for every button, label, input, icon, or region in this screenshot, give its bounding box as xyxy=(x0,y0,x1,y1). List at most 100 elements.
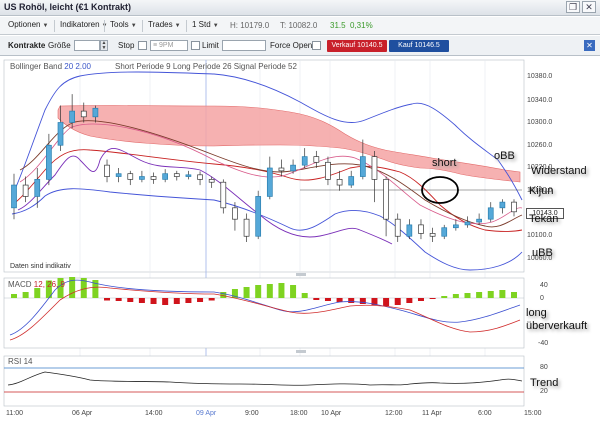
chart-canvas[interactable] xyxy=(0,57,600,409)
chevron-down-icon: ▼ xyxy=(42,23,49,29)
divider xyxy=(142,20,143,32)
size-stepper[interactable]: ▲ ▼ xyxy=(100,40,108,51)
menu-trades[interactable]: Trades ▼ xyxy=(148,20,181,29)
time-tick: 12:00 xyxy=(385,410,403,417)
candle-body xyxy=(139,176,145,180)
rsi-tick: 80 xyxy=(540,364,548,371)
macd-bar xyxy=(324,298,331,301)
macd-bar xyxy=(243,287,250,298)
candle-body xyxy=(371,156,378,180)
divider xyxy=(186,20,187,32)
candle-body xyxy=(487,207,494,220)
macd-bar xyxy=(208,298,215,301)
annotation-long: long xyxy=(526,307,547,319)
chevron-down-icon: ▼ xyxy=(174,23,181,29)
candle-body xyxy=(383,179,389,220)
candle-body xyxy=(57,122,64,146)
macd-bar xyxy=(417,298,424,301)
macd-bar xyxy=(429,298,436,299)
divider xyxy=(104,20,105,32)
candle-body xyxy=(197,174,203,180)
candle-body xyxy=(173,173,180,177)
price-tick: 10380.0 xyxy=(527,73,553,80)
limit-label: Limit xyxy=(202,41,219,50)
time-tick: 06 Apr xyxy=(72,410,93,417)
macd-bar xyxy=(499,290,506,298)
candle-body xyxy=(115,173,122,177)
candle-body xyxy=(359,156,366,177)
menu-optionen[interactable]: Optionen ▼ xyxy=(8,20,48,29)
rsi-legend: RSI 14 xyxy=(8,357,33,366)
macd-bar xyxy=(441,296,448,298)
candle-body xyxy=(80,110,87,118)
candle-body xyxy=(499,201,506,209)
indicative-note: Daten sind indikativ xyxy=(10,263,71,270)
candle-body xyxy=(127,173,134,180)
macd-bar xyxy=(162,298,169,305)
panel-splitter[interactable] xyxy=(296,273,306,276)
time-tick: 15:00 xyxy=(524,410,542,417)
macd-bar xyxy=(34,288,41,298)
stop-input[interactable]: ≡ 9PM xyxy=(150,40,188,51)
annotation-ueberverkauft: überverkauft xyxy=(526,320,588,332)
menu-tools[interactable]: Tools ▼ xyxy=(110,20,137,29)
macd-bar xyxy=(266,284,273,298)
menu-indikatoren[interactable]: Indikatoren▼ xyxy=(60,20,108,29)
macd-bar xyxy=(127,298,134,302)
candle-body xyxy=(453,224,459,229)
price-tick: 10340.0 xyxy=(527,97,553,104)
candle-body xyxy=(266,167,273,197)
candle-body xyxy=(441,227,448,237)
stop-checkbox[interactable] xyxy=(138,41,147,50)
restore-icon[interactable]: ❐ xyxy=(566,1,580,13)
sell-button[interactable]: Verkauf 10140.5 xyxy=(327,40,387,52)
divider xyxy=(54,20,55,32)
limit-input[interactable] xyxy=(222,40,266,51)
price-tick: 10260.0 xyxy=(527,142,553,149)
time-tick: 9:00 xyxy=(245,410,259,417)
force-open-checkbox[interactable] xyxy=(312,41,321,50)
macd-tick: -40 xyxy=(538,340,549,347)
candle-body xyxy=(162,173,169,180)
annotation-ubb: uBB xyxy=(532,247,553,259)
close-icon[interactable]: ✕ xyxy=(582,1,596,13)
macd-bar xyxy=(290,285,297,298)
panel-splitter[interactable] xyxy=(296,350,306,353)
menu-timeframe[interactable]: 1 Std ▼ xyxy=(192,20,219,29)
candle-body xyxy=(511,201,517,213)
price-tick: 10300.0 xyxy=(527,119,553,126)
candle-body xyxy=(150,176,157,180)
macd-tick: 40 xyxy=(540,282,548,289)
time-tick: 18:00 xyxy=(290,410,308,417)
candle-body xyxy=(22,184,29,197)
time-tick: 6:00 xyxy=(478,410,492,417)
candle-body xyxy=(418,224,424,234)
buy-button[interactable]: Kauf 10146.5 xyxy=(389,40,449,52)
bollinger-legend: Bollinger Band 20 2.00 xyxy=(10,62,91,71)
quote-change: 31.5 xyxy=(330,21,346,30)
macd-bar xyxy=(255,285,262,298)
rsi-tick: 20 xyxy=(540,388,548,395)
time-tick: 14:00 xyxy=(145,410,163,417)
candle-body xyxy=(464,221,471,226)
macd-bar xyxy=(359,298,366,304)
candle-body xyxy=(208,179,215,183)
macd-bar xyxy=(138,298,145,303)
ichimoku-legend: Short Periode 9 Long Periode 26 Signal P… xyxy=(115,62,297,71)
close-order-bar-icon[interactable]: ✕ xyxy=(584,40,595,51)
size-label: Größe xyxy=(48,41,71,50)
macd-bar xyxy=(197,298,204,302)
quote-change-pct: 0,31% xyxy=(350,21,373,30)
macd-bar xyxy=(487,291,494,298)
window-titlebar: US Rohöl, leicht (€1 Kontrakt) ❐ ✕ xyxy=(0,0,600,16)
candle-body xyxy=(476,218,482,223)
macd-bar xyxy=(115,298,122,301)
size-input[interactable] xyxy=(74,40,100,51)
time-tick: 11 Apr xyxy=(422,410,442,417)
quote-low: T: 10082.0 xyxy=(280,21,318,30)
macd-bar xyxy=(313,298,320,300)
macd-bar xyxy=(278,283,285,298)
limit-checkbox[interactable] xyxy=(191,41,200,50)
macd-bar xyxy=(22,292,29,298)
candle-body xyxy=(313,156,320,163)
